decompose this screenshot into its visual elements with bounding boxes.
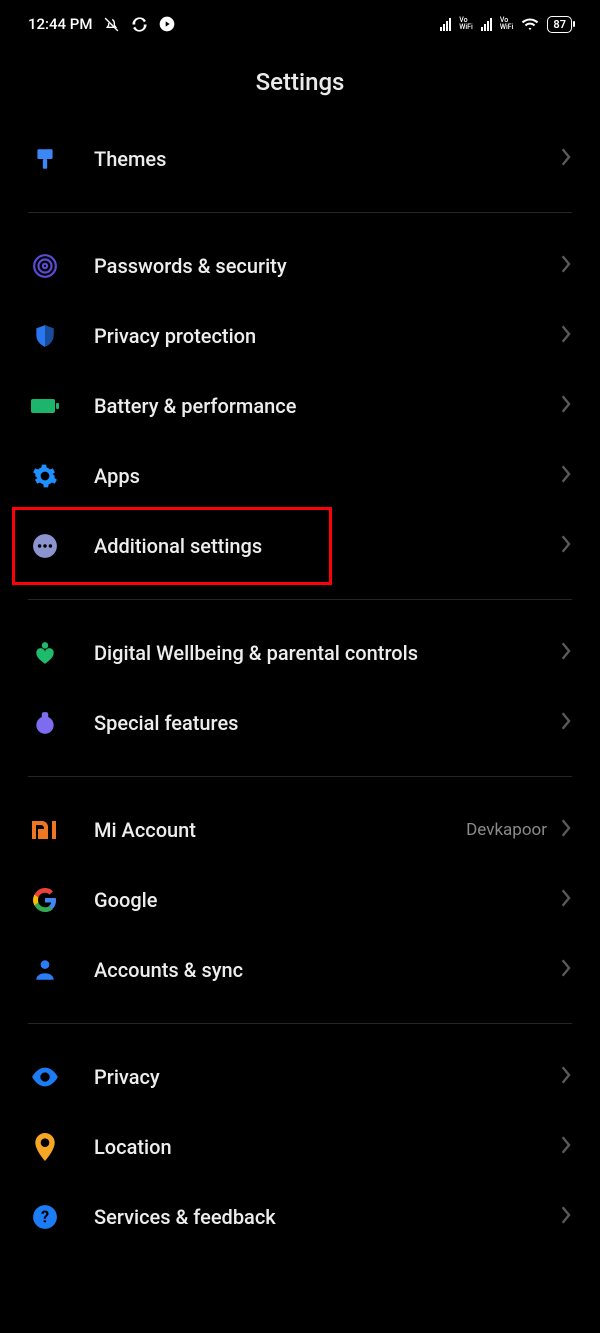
- chevron-right-icon: [561, 712, 572, 734]
- wellbeing-icon: [28, 636, 62, 670]
- settings-item-wellbeing[interactable]: Digital Wellbeing & parental controls: [0, 618, 600, 688]
- signal-1-icon: [440, 18, 451, 31]
- person-icon: [28, 953, 62, 987]
- vowifi-2-icon: VoWiFi: [500, 17, 514, 31]
- label: Digital Wellbeing & parental controls: [94, 641, 418, 665]
- settings-item-battery[interactable]: Battery & performance: [0, 371, 600, 441]
- chevron-right-icon: [561, 325, 572, 347]
- themes-icon: [28, 142, 62, 176]
- divider: [28, 599, 572, 600]
- label: Additional settings: [94, 534, 262, 558]
- chevron-right-icon: [561, 148, 572, 170]
- svg-text:?: ?: [41, 1207, 49, 1226]
- status-bar: 12:44 PM VoWiFi VoWiFi 87: [0, 0, 600, 48]
- notification-mute-icon: [102, 15, 120, 33]
- label: Location: [94, 1135, 172, 1159]
- settings-item-accounts-sync[interactable]: Accounts & sync: [0, 935, 600, 1005]
- chevron-right-icon: [561, 889, 572, 911]
- label: Privacy protection: [94, 324, 256, 348]
- settings-item-apps[interactable]: Apps: [0, 441, 600, 511]
- gear-icon: [28, 459, 62, 493]
- chevron-right-icon: [561, 395, 572, 417]
- settings-item-additional[interactable]: Additional settings: [0, 511, 600, 581]
- settings-item-privacy[interactable]: Privacy: [0, 1042, 600, 1112]
- google-logo-icon: [28, 883, 62, 917]
- divider: [28, 212, 572, 213]
- settings-item-privacy-protection[interactable]: Privacy protection: [0, 301, 600, 371]
- chevron-right-icon: [561, 1066, 572, 1088]
- label: Battery & performance: [94, 394, 296, 418]
- divider: [28, 1023, 572, 1024]
- settings-item-special[interactable]: Special features: [0, 688, 600, 758]
- label: Passwords & security: [94, 254, 287, 278]
- chevron-right-icon: [561, 1206, 572, 1228]
- settings-list: Themes Passwords & security Privacy prot…: [0, 124, 600, 1252]
- settings-item-passwords[interactable]: Passwords & security: [0, 231, 600, 301]
- chevron-right-icon: [561, 535, 572, 557]
- chevron-right-icon: [561, 1136, 572, 1158]
- chevron-right-icon: [561, 959, 572, 981]
- label: Apps: [94, 464, 140, 488]
- mi-account-value: Devkapoor: [466, 820, 547, 840]
- mi-logo-icon: [28, 813, 62, 847]
- label: Themes: [94, 147, 166, 171]
- sync-icon: [130, 15, 148, 33]
- label: Privacy: [94, 1065, 160, 1089]
- location-pin-icon: [28, 1130, 62, 1164]
- label: Mi Account: [94, 818, 196, 842]
- wifi-icon: [521, 15, 539, 33]
- label: Special features: [94, 711, 238, 735]
- help-icon: ?: [28, 1200, 62, 1234]
- eye-icon: [28, 1060, 62, 1094]
- settings-item-services[interactable]: ? Services & feedback: [0, 1182, 600, 1252]
- fingerprint-icon: [28, 249, 62, 283]
- label: Services & feedback: [94, 1205, 276, 1229]
- battery-icon: [28, 389, 62, 423]
- flask-icon: [28, 706, 62, 740]
- chevron-right-icon: [561, 465, 572, 487]
- label: Google: [94, 888, 157, 912]
- settings-item-mi-account[interactable]: Mi Account Devkapoor: [0, 795, 600, 865]
- play-icon: [158, 15, 176, 33]
- shield-icon: [28, 319, 62, 353]
- chevron-right-icon: [561, 819, 572, 841]
- chevron-right-icon: [561, 255, 572, 277]
- settings-item-themes[interactable]: Themes: [0, 124, 600, 194]
- settings-item-location[interactable]: Location: [0, 1112, 600, 1182]
- status-time: 12:44 PM: [28, 15, 92, 33]
- divider: [28, 776, 572, 777]
- battery-icon: 87: [547, 16, 572, 33]
- page-title: Settings: [0, 48, 600, 124]
- signal-2-icon: [481, 18, 492, 31]
- vowifi-1-icon: VoWiFi: [459, 17, 473, 31]
- settings-item-google[interactable]: Google: [0, 865, 600, 935]
- chevron-right-icon: [561, 642, 572, 664]
- label: Accounts & sync: [94, 958, 243, 982]
- dots-icon: [28, 529, 62, 563]
